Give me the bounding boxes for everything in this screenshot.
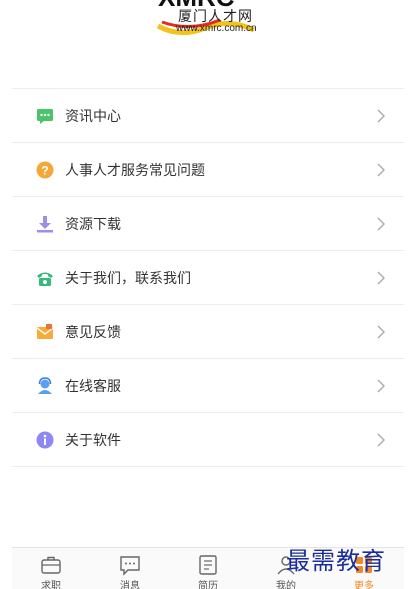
- download-icon: [36, 215, 54, 233]
- logo-url: www.xmrc.com.cn: [176, 23, 257, 34]
- chevron-right-icon: [377, 217, 385, 231]
- menu-item-label: 资源下载: [65, 217, 121, 233]
- menu-item-label: 意见反馈: [65, 325, 121, 341]
- logo-area: XMRC 厦门人才网 www.xmrc.com.cn: [0, 0, 408, 60]
- menu-list: 资讯中心 ? 人事人才服务常见问题 资源下载 关于我们，联系我们 意见反馈 在线…: [12, 88, 404, 467]
- tab-job-search[interactable]: 求职: [21, 548, 81, 589]
- tab-resume[interactable]: 简历: [178, 548, 238, 589]
- menu-item-label: 资讯中心: [65, 109, 121, 125]
- chevron-right-icon: [377, 109, 385, 123]
- info-icon: [36, 431, 54, 449]
- menu-item-news-center[interactable]: 资讯中心: [12, 89, 404, 143]
- chat-icon: [120, 556, 140, 576]
- question-icon: ?: [36, 161, 54, 179]
- menu-item-label: 在线客服: [65, 379, 121, 395]
- menu-item-about-contact[interactable]: 关于我们，联系我们: [12, 251, 404, 305]
- menu-item-label: 人事人才服务常见问题: [65, 163, 205, 179]
- menu-item-label: 关于软件: [65, 433, 121, 449]
- tab-label: 更多: [354, 581, 374, 589]
- menu-item-label: 关于我们，联系我们: [65, 271, 191, 287]
- menu-item-online-service[interactable]: 在线客服: [12, 359, 404, 413]
- resume-icon: [199, 555, 217, 575]
- watermark-text: 最需教育: [286, 547, 386, 575]
- tab-label: 我的: [276, 581, 296, 589]
- tab-messages[interactable]: 消息: [100, 548, 160, 589]
- menu-item-downloads[interactable]: 资源下载: [12, 197, 404, 251]
- menu-item-about-software[interactable]: 关于软件: [12, 413, 404, 467]
- svg-text:?: ?: [41, 164, 48, 178]
- briefcase-icon: [41, 556, 61, 574]
- chevron-right-icon: [377, 271, 385, 285]
- tab-label: 简历: [198, 581, 218, 589]
- tab-label: 消息: [120, 581, 140, 589]
- chevron-right-icon: [377, 325, 385, 339]
- chevron-right-icon: [377, 163, 385, 177]
- menu-item-faq[interactable]: ? 人事人才服务常见问题: [12, 143, 404, 197]
- tab-label: 求职: [41, 581, 61, 589]
- phone-icon: [36, 269, 54, 287]
- menu-item-feedback[interactable]: 意见反馈: [12, 305, 404, 359]
- mail-icon: [36, 323, 54, 341]
- chevron-right-icon: [377, 379, 385, 393]
- chevron-right-icon: [377, 433, 385, 447]
- message-icon: [36, 107, 54, 125]
- agent-icon: [36, 377, 54, 395]
